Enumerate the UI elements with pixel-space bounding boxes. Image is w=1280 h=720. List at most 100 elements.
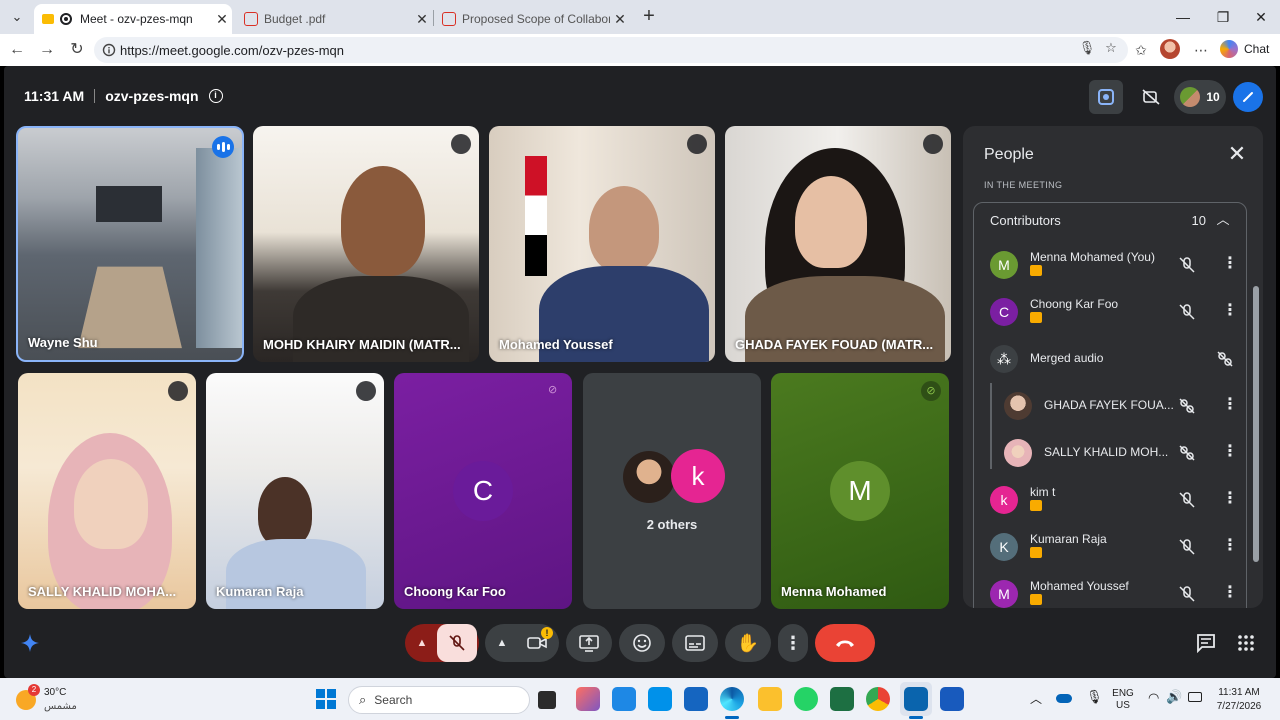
gemini-sparkle-icon[interactable] [18,631,42,655]
mic-off-icon[interactable] [1178,538,1196,556]
video-tile[interactable]: GHADA FAYEK FOUAD (MATR... [725,126,951,362]
wifi-icon[interactable]: ◠ [1148,690,1159,706]
new-tab-plus-icon[interactable]: + [638,6,660,28]
merged-mic-off-icon[interactable] [1178,444,1196,462]
participant-row[interactable]: SALLY KHALID MOH... ⋮ [974,431,1248,475]
participant-row[interactable]: k kim t ⋮ [974,478,1248,522]
camera-off-header-button[interactable] [1134,80,1168,114]
video-tile[interactable]: M ⊘ Menna Mohamed [771,373,949,609]
captions-button[interactable] [672,624,718,662]
outlook-icon[interactable] [904,687,928,711]
screen-preview-button[interactable] [1089,80,1123,114]
leave-call-button[interactable] [815,624,875,662]
mic-off-icon[interactable] [1178,491,1196,509]
more-options-icon[interactable]: ⋮ [1222,490,1238,510]
merged-audio-row[interactable]: ⁂ Merged audio [974,337,1248,381]
maximize-icon[interactable]: ❐ [1208,6,1238,28]
minimize-icon[interactable]: — [1168,6,1198,28]
task-view-icon[interactable] [538,691,556,709]
video-tile[interactable]: MOHD KHAIRY MAIDIN (MATR... [253,126,479,362]
activities-button[interactable] [1233,82,1263,112]
participants-button[interactable]: 10 [1174,80,1226,114]
meeting-info-icon[interactable]: i [208,89,223,103]
mic-toggle-button[interactable] [437,624,477,662]
camera-options-chevron-icon[interactable]: ▲ [487,637,517,649]
apps-grid-button[interactable] [1232,629,1260,657]
video-tile[interactable]: C ⊘ Choong Kar Foo [394,373,572,609]
video-tile[interactable]: SALLY KHALID MOHA... [18,373,196,609]
favorites-icon[interactable]: ✩ [1130,39,1152,61]
mic-off-icon[interactable] [1178,303,1196,321]
forward-arrow-icon[interactable]: → [36,39,58,61]
participant-row[interactable]: M Mohamed Youssef ⋮ [974,572,1248,608]
language-region[interactable]: US [1106,700,1140,711]
tab-close-icon[interactable]: ✕ [610,11,630,28]
start-button[interactable] [316,689,336,709]
more-options-icon[interactable]: ⋮ [1222,584,1238,604]
copilot-app-icon[interactable] [576,687,600,711]
photos-app-icon[interactable] [648,687,672,711]
back-arrow-icon[interactable]: ← [6,39,28,61]
participant-row[interactable]: K Kumaran Raja ⋮ [974,525,1248,569]
more-options-icon[interactable]: ⋮ [1222,302,1238,322]
chrome-browser-icon[interactable] [866,687,890,711]
camera-toggle-button[interactable]: ! [517,627,557,651]
weather-widget[interactable]: 2 30°C مشمس [14,684,94,716]
mic-off-icon[interactable] [1178,585,1196,603]
microphone-icon[interactable]: 🎙 [1078,39,1096,57]
tab-search-chevron-icon[interactable]: ⌄ [6,6,28,28]
merged-mic-off-icon[interactable] [1178,397,1196,415]
flag-decoration [525,156,547,276]
clock-time[interactable]: 11:31 AM [1208,687,1270,698]
file-explorer-icon[interactable] [758,687,782,711]
participant-row[interactable]: C Choong Kar Foo ⋮ [974,290,1248,334]
onedrive-cloud-icon[interactable] [1056,694,1072,703]
address-bar[interactable]: https://meet.google.com/ozv-pzes-mqn [94,37,1128,63]
site-info-icon[interactable] [102,43,116,57]
more-options-icon[interactable]: ⋮ [1222,537,1238,557]
mail-app-icon[interactable] [612,687,636,711]
collapse-chevron-icon[interactable]: ︿ [1214,211,1232,229]
tab-close-icon[interactable]: ✕ [212,11,232,28]
tray-microphone-icon[interactable]: 🎙 [1086,689,1103,705]
participant-row[interactable]: GHADA FAYEK FOUA... ⋮ [974,384,1248,428]
tab-meet[interactable]: Meet - ozv-pzes-mqn ✕ [34,4,232,34]
profile-avatar[interactable] [1160,39,1182,61]
store-app-icon[interactable] [684,687,708,711]
whatsapp-icon[interactable] [794,687,818,711]
others-tile[interactable]: k 2 others [583,373,761,609]
present-screen-button[interactable] [566,624,612,662]
reactions-button[interactable] [619,624,665,662]
tray-overflow-chevron-icon[interactable]: ︿ [1030,690,1042,707]
chat-button[interactable] [1192,629,1220,657]
video-tile[interactable]: Wayne Shu [16,126,244,362]
clock-date[interactable]: 7/27/2026 [1208,701,1270,712]
edge-browser-icon[interactable] [720,687,744,711]
excel-icon[interactable] [830,687,854,711]
close-panel-icon[interactable]: ✕ [1225,142,1249,166]
video-tile[interactable]: Kumaran Raja [206,373,384,609]
volume-icon[interactable]: 🔊 [1166,689,1182,705]
mic-options-chevron-icon[interactable]: ▲ [407,637,437,649]
taskbar-search[interactable]: ⌕ Search [348,686,530,714]
tab-budget[interactable]: Budget .pdf ✕ [236,4,432,34]
more-controls-button[interactable]: ⋮ [778,624,808,662]
more-menu-icon[interactable]: ⋯ [1190,39,1212,61]
bookmark-star-icon[interactable]: ☆ [1102,39,1120,57]
word-icon[interactable] [940,687,964,711]
tab-proposed-scope[interactable]: Proposed Scope of Collaboration ✕ [434,4,630,34]
panel-scrollbar[interactable] [1253,286,1259,562]
raise-hand-button[interactable]: ✋ [725,624,771,662]
reload-icon[interactable]: ↻ [66,39,88,61]
battery-icon[interactable] [1188,692,1202,702]
window-close-icon[interactable]: ✕ [1246,6,1276,28]
participant-row[interactable]: M Menna Mohamed (You) ⋮ [974,243,1248,287]
copilot-chat-button[interactable]: Chat [1220,40,1269,58]
language-code[interactable]: ENG [1106,688,1140,699]
more-options-icon[interactable]: ⋮ [1222,443,1238,463]
more-options-icon[interactable]: ⋮ [1222,255,1238,275]
video-tile[interactable]: Mohamed Youssef [489,126,715,362]
tab-close-icon[interactable]: ✕ [412,11,432,28]
mic-off-icon[interactable] [1178,256,1196,274]
more-options-icon[interactable]: ⋮ [1222,396,1238,416]
